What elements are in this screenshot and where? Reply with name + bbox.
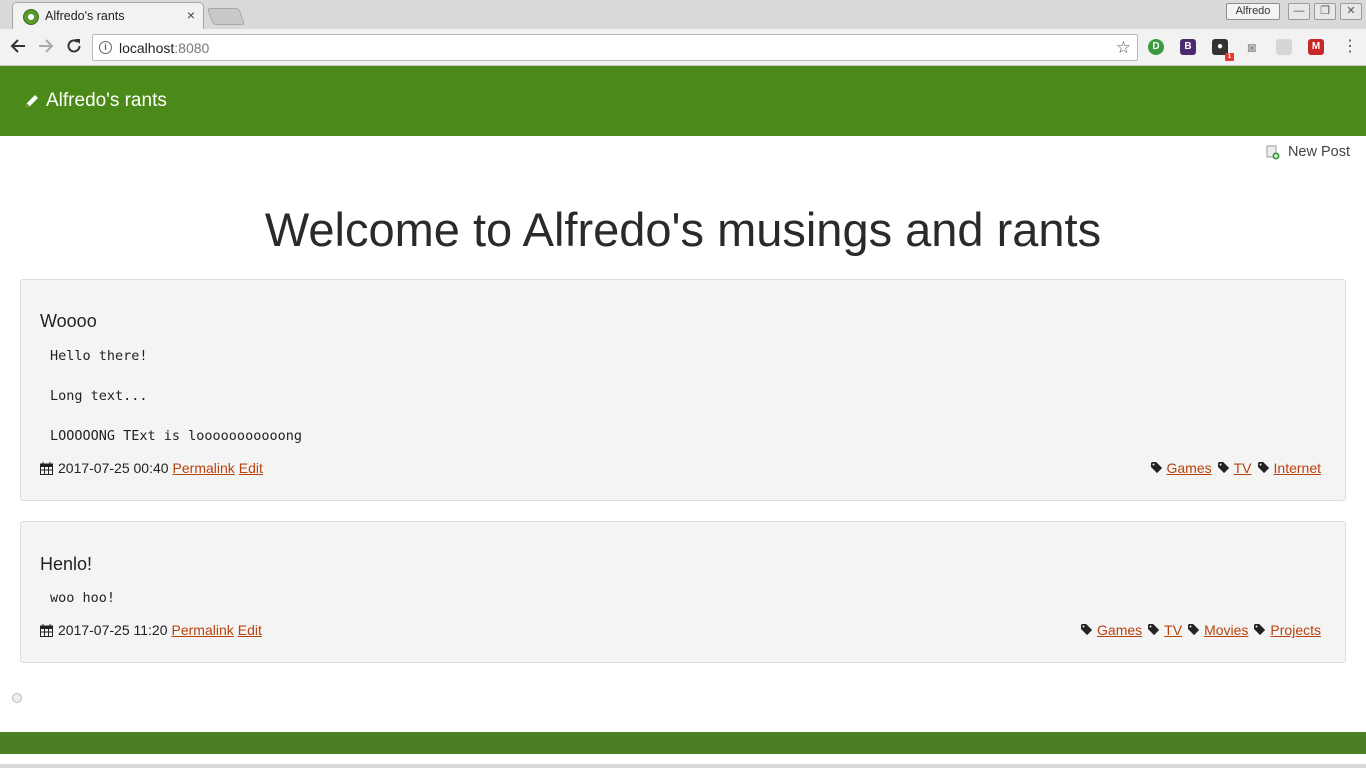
window-bottom-edge — [0, 764, 1366, 768]
tab-title: Alfredo's rants — [45, 9, 125, 23]
permalink-link[interactable]: Permalink — [173, 460, 235, 476]
new-tab-button[interactable] — [206, 8, 246, 25]
site-footer — [0, 732, 1366, 754]
tags-icon — [1254, 624, 1266, 635]
post-date: 2017-07-25 11:20 — [58, 622, 168, 638]
tag-link[interactable]: Internet — [1274, 460, 1321, 476]
permalink-link[interactable]: Permalink — [172, 622, 234, 638]
tag-item: Movies — [1188, 622, 1248, 638]
reload-icon — [67, 39, 81, 53]
back-button[interactable] — [8, 37, 28, 57]
reload-button[interactable] — [64, 37, 84, 57]
info-icon[interactable]: i — [99, 41, 112, 54]
tag-link[interactable]: Projects — [1270, 622, 1321, 638]
extension-dark-icon[interactable]: ● 1 — [1212, 39, 1234, 61]
extension-bootstrap-icon[interactable]: B — [1180, 39, 1196, 55]
brand-link[interactable]: Alfredo's rants — [24, 90, 167, 112]
back-arrow-icon — [10, 39, 25, 53]
camera-icon[interactable]: ◙ — [1244, 39, 1260, 55]
url-text[interactable]: localhost:8080 — [119, 40, 209, 56]
scroll-indicator[interactable] — [12, 693, 22, 703]
post-body-line: LOOOOONG TExt is looooooooooong — [50, 428, 302, 444]
brand-text: Alfredo's rants — [46, 90, 167, 111]
extension-green-icon[interactable]: D — [1148, 39, 1164, 55]
post-meta: 2017-07-25 11:20 Permalink Edit — [40, 622, 262, 638]
close-window-button[interactable]: ✕ — [1340, 3, 1362, 20]
minimize-button[interactable]: — — [1288, 3, 1310, 20]
site-favicon-icon — [23, 9, 39, 25]
address-bar[interactable]: i localhost:8080 ☆ — [92, 34, 1138, 61]
edit-link[interactable]: Edit — [238, 622, 262, 638]
post-body-line: woo hoo! — [50, 590, 116, 606]
tag-link[interactable]: TV — [1234, 460, 1252, 476]
extension-m-icon[interactable]: M — [1308, 39, 1324, 55]
bookmark-star-icon[interactable]: ☆ — [1116, 38, 1131, 58]
post-date: 2017-07-25 00:40 — [58, 460, 169, 476]
tag-link[interactable]: Movies — [1204, 622, 1248, 638]
post-title: Henlo! — [40, 554, 93, 574]
new-post-button[interactable]: New Post — [1266, 144, 1350, 160]
new-post-label: New Post — [1287, 144, 1350, 160]
tags-icon — [1188, 624, 1200, 635]
forward-button[interactable] — [36, 37, 56, 57]
tag-item: Projects — [1254, 622, 1321, 638]
tag-link[interactable]: TV — [1164, 622, 1182, 638]
page-headline: Welcome to Alfredo's musings and rants — [264, 203, 1102, 256]
tab-close-icon[interactable]: × — [187, 7, 195, 23]
tag-item: Internet — [1257, 460, 1321, 476]
site-navbar: Alfredo's rants — [0, 66, 1366, 136]
browser-tab[interactable]: Alfredo's rants × — [12, 2, 204, 29]
post-body-line: Long text... — [50, 388, 148, 404]
calendar-icon — [40, 623, 53, 637]
tags-icon — [1217, 462, 1229, 473]
post-tags: Games TV Internet — [1145, 460, 1321, 476]
tag-item: Games — [1081, 622, 1142, 638]
tag-item: Games — [1150, 460, 1212, 476]
calendar-icon — [40, 461, 53, 475]
pencil-icon — [26, 95, 38, 107]
tags-icon — [1257, 462, 1269, 473]
post-title: Woooo — [40, 311, 97, 331]
profile-button[interactable]: Alfredo — [1226, 3, 1280, 20]
post-card: Woooo Hello there! Long text... LOOOOONG… — [20, 279, 1346, 501]
tags-icon — [1148, 624, 1160, 635]
new-post-icon — [1266, 145, 1280, 159]
post-tags: Games TV Movies Projects — [1075, 622, 1321, 638]
restore-button[interactable]: ❐ — [1314, 3, 1336, 20]
post-body-line: Hello there! — [50, 348, 148, 364]
browser-menu-icon[interactable]: ⋮ — [1342, 37, 1358, 57]
tag-link[interactable]: Games — [1167, 460, 1212, 476]
tag-item: TV — [1217, 460, 1252, 476]
tag-item: TV — [1148, 622, 1182, 638]
browser-titlebar: Alfredo's rants × Alfredo — ❐ ✕ — [0, 0, 1366, 29]
tags-icon — [1150, 462, 1162, 473]
post-card: Henlo! woo hoo! 2017-07-25 11:20 Permali… — [20, 521, 1346, 663]
forward-arrow-icon — [39, 39, 54, 53]
tag-link[interactable]: Games — [1097, 622, 1142, 638]
edit-link[interactable]: Edit — [239, 460, 263, 476]
post-meta: 2017-07-25 00:40 Permalink Edit — [40, 460, 263, 476]
page-content: Alfredo's rants New Post Welcome to Alfr… — [0, 66, 1366, 768]
browser-toolbar: i localhost:8080 ☆ D B ● 1 ◙ M ⋮ — [0, 29, 1366, 66]
tags-icon — [1081, 624, 1093, 635]
extension-grey-icon[interactable] — [1276, 39, 1292, 55]
